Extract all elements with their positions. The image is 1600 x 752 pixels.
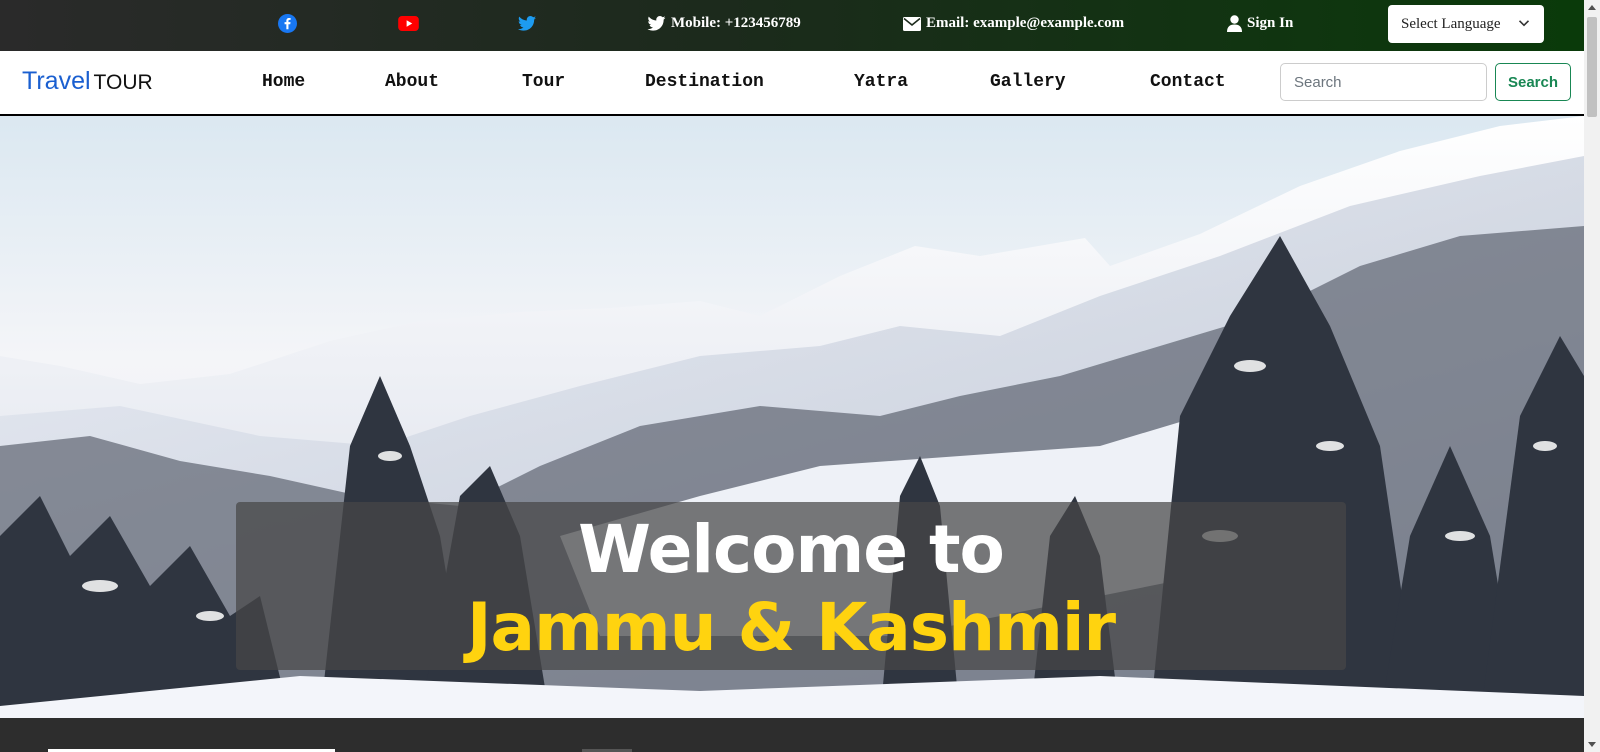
section-strip <box>0 718 1584 752</box>
email-text: Email: example@example.com <box>926 15 1125 31</box>
youtube-link[interactable] <box>398 0 419 47</box>
brand-logo[interactable]: Travel TOUR <box>22 67 153 96</box>
mobile-contact[interactable]: Mobile: +123456789 <box>647 0 801 47</box>
main-navbar: Travel TOUR Home About Tour Destination Y… <box>0 51 1584 116</box>
nav-yatra[interactable]: Yatra <box>854 72 908 92</box>
language-select-label: Select Language <box>1401 15 1501 32</box>
chevron-down-icon <box>1518 20 1530 27</box>
nav-home[interactable]: Home <box>262 72 305 92</box>
facebook-icon <box>278 14 297 33</box>
scrollbar-thumb[interactable] <box>1587 17 1597 117</box>
mobile-text: Mobile: +123456789 <box>671 15 801 31</box>
email-contact[interactable]: Email: example@example.com <box>903 0 1124 47</box>
page-scrollbar[interactable] <box>1584 0 1600 752</box>
scroll-up-arrow-icon[interactable] <box>1588 5 1596 10</box>
scroll-down-arrow-icon[interactable] <box>1588 742 1596 747</box>
top-contact-bar: Mobile: +123456789 Email: example@exampl… <box>0 0 1584 51</box>
sign-in-label: Sign In <box>1247 15 1294 31</box>
nav-contact[interactable]: Contact <box>1150 72 1226 92</box>
twitter-icon <box>518 16 536 31</box>
user-icon <box>1227 15 1242 32</box>
search-input[interactable] <box>1280 63 1487 101</box>
phone-twitter-icon <box>647 16 666 31</box>
brand-tour: TOUR <box>93 71 153 94</box>
nav-destination[interactable]: Destination <box>645 72 764 92</box>
brand-travel: Travel <box>22 67 91 95</box>
nav-gallery[interactable]: Gallery <box>990 72 1066 92</box>
language-select[interactable]: Select Language <box>1388 5 1544 43</box>
youtube-icon <box>398 16 419 31</box>
nav-tour[interactable]: Tour <box>522 72 565 92</box>
hero-welcome-box: Welcome to Jammu & Kashmir <box>236 502 1346 670</box>
hero-banner: Welcome to Jammu & Kashmir <box>0 116 1584 718</box>
twitter-link[interactable] <box>518 0 536 47</box>
search-button[interactable]: Search <box>1495 63 1571 101</box>
nav-about[interactable]: About <box>385 72 439 92</box>
hero-title-line2: Jammu & Kashmir <box>466 589 1116 666</box>
hero-title-line1: Welcome to <box>578 511 1005 588</box>
sign-in-link[interactable]: Sign In <box>1227 0 1293 47</box>
envelope-icon <box>903 16 921 31</box>
facebook-link[interactable] <box>278 0 297 47</box>
